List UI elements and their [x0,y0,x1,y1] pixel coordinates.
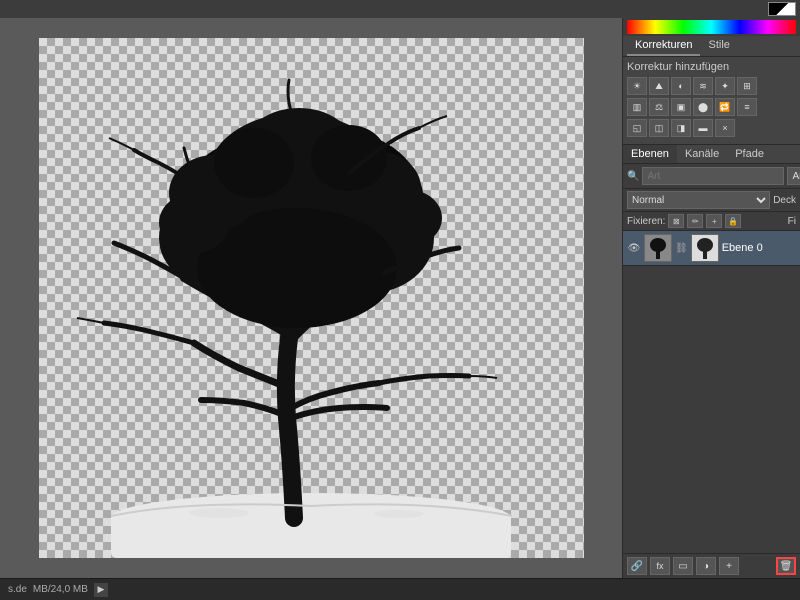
vibrance-icon[interactable]: ✦ [715,77,735,95]
layer-mask-svg [692,235,718,261]
corrections-icons-row1: ☀ ⛰ ◐ ≋ ✦ ⊞ [627,77,796,95]
selective-color-icon[interactable]: ◨ [671,119,691,137]
layers-kind-select[interactable]: Art [787,167,800,185]
bottom-filesize: MB/24,0 MB [33,584,88,595]
blend-mode-select[interactable]: Normal [627,191,770,209]
tab-korrekturen[interactable]: Korrekturen [627,36,700,56]
layers-search-input[interactable] [642,167,784,185]
layer-item[interactable]: 👁 ⛓ [623,231,800,266]
fix-lock-icon[interactable]: 🔒 [725,214,741,228]
layers-tabs: Ebenen Kanäle Pfade [623,145,800,164]
layer-fx-button[interactable]: fx [650,557,670,575]
layers-content: 👁 ⛓ [623,231,800,553]
bottom-arrow[interactable]: ▶ [94,583,108,597]
main-area: Korrekturen Stile Korrektur hinzufügen ☀… [0,18,800,578]
brightness-icon[interactable]: ☀ [627,77,647,95]
new-layer-button[interactable]: + [719,557,739,575]
layers-bottom: 🔗 fx ▭ ◑ + 🗑 [623,553,800,578]
bw-icon[interactable]: ⚖ [649,98,669,116]
delete-layer-button[interactable]: 🗑 [776,557,796,575]
tab-ebenen[interactable]: Ebenen [623,145,677,163]
tree-svg [39,38,584,558]
tab-pfade[interactable]: Pfade [727,145,772,163]
corrections-title: Korrektur hinzufügen [627,61,796,73]
right-panel: Korrekturen Stile Korrektur hinzufügen ☀… [622,18,800,578]
color-balance-icon[interactable]: ▥ [627,98,647,116]
exposure-icon[interactable]: ≋ [693,77,713,95]
layer-name: Ebene 0 [722,242,796,254]
extra-icon[interactable]: × [715,119,735,137]
fill-label: Fi [788,216,796,227]
corrections-icons-row3: ◱ ◫ ◨ ▬ × [627,119,796,137]
link-layers-button[interactable]: 🔗 [627,557,647,575]
photo-filter-icon[interactable]: ▣ [671,98,691,116]
tab-stile[interactable]: Stile [700,36,737,56]
layer-thumbnail [644,234,672,262]
fix-label: Fixieren: [627,216,665,227]
color-lookup-icon[interactable]: 🔁 [715,98,735,116]
opacity-label: Deck [773,195,796,206]
corrections-icons-row2: ▥ ⚖ ▣ ⬤ 🔁 ≡ [627,98,796,116]
new-fill-button[interactable]: ◑ [696,557,716,575]
layers-panel: Ebenen Kanäle Pfade 🔍 Art 📁 ○ T Normal [623,145,800,578]
channel-mixer-icon[interactable]: ⬤ [693,98,713,116]
tab-kanaele[interactable]: Kanäle [677,145,727,163]
layer-visibility-toggle[interactable]: 👁 [627,241,641,255]
canvas-wrapper [39,38,584,558]
layer-thumb-svg [645,235,671,261]
add-mask-button[interactable]: ▭ [673,557,693,575]
blend-mode-row: Normal Deck [623,189,800,212]
fix-brush-icon[interactable]: ✏ [687,214,703,228]
bottom-filename: s.de [8,584,27,595]
color-gradient-bar[interactable] [627,20,796,34]
hue-sat-icon[interactable]: ⊞ [737,77,757,95]
top-bar [0,0,800,18]
corrections-tabs: Korrekturen Stile [623,36,800,57]
gradient-map-icon[interactable]: ▬ [693,119,713,137]
tree-image [39,38,584,558]
levels-icon[interactable]: ⛰ [649,77,669,95]
layer-mask-thumbnail [691,234,719,262]
color-swatch[interactable] [768,2,796,16]
threshold-icon[interactable]: ◫ [649,119,669,137]
posterize-icon[interactable]: ◱ [627,119,647,137]
invert-icon[interactable]: ≡ [737,98,757,116]
fix-row: Fixieren: ⊠ ✏ + 🔒 Fi [623,212,800,231]
curves-icon[interactable]: ◐ [671,77,691,95]
bottom-bar: s.de MB/24,0 MB ▶ [0,578,800,600]
fix-move-icon[interactable]: + [706,214,722,228]
layers-toolbar: 🔍 Art 📁 ○ T [623,164,800,189]
corrections-panel: Korrektur hinzufügen ☀ ⛰ ◐ ≋ ✦ ⊞ ▥ ⚖ ▣ ⬤… [623,57,800,145]
canvas-area [0,18,622,578]
layer-chain-icon: ⛓ [675,243,688,254]
fix-pos-icon[interactable]: ⊠ [668,214,684,228]
